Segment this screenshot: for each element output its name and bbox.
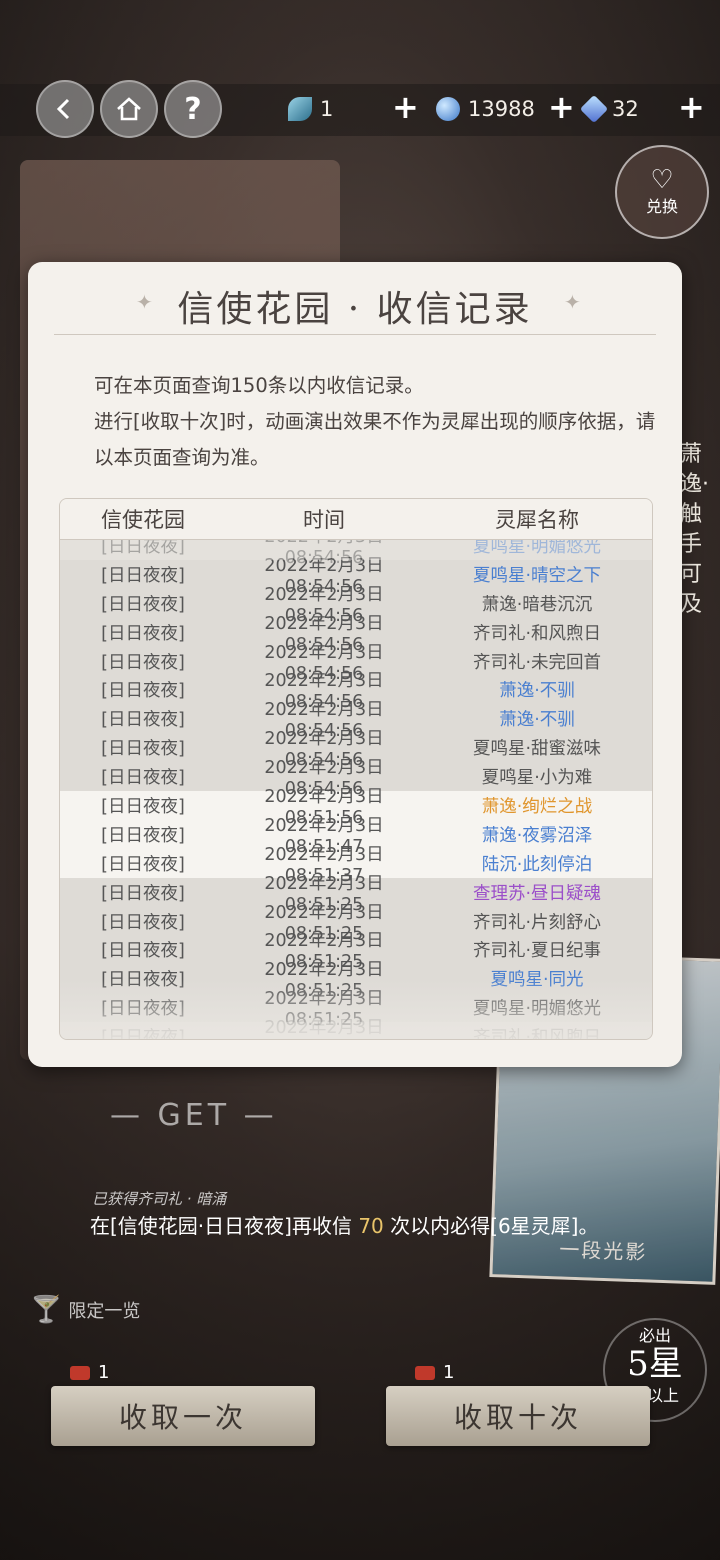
table-body: [日日夜夜]2022年2月3日 08:54:56夏鸣星·明媚悠光[日日夜夜]20… [60,527,652,1040]
header-time: 时间 [303,508,345,532]
ticket-icon [415,1365,435,1380]
row-card-name: 查理苏·昼日疑魂 [472,883,602,904]
row-card-name: 陆沉·此刻停泊 [481,854,593,875]
intro-line-2: 进行[收取十次]时，动画演出效果不作为灵犀出现的顺序依据，请以本页面查询为准。 [94,410,656,469]
pity-count: 70 [358,1214,384,1238]
row-garden: [日日夜夜] [101,623,185,644]
row-garden: [日日夜夜] [101,710,185,731]
draw-ten-button[interactable]: 收取十次 [386,1386,650,1446]
header-name: 灵犀名称 [495,508,579,532]
row-card-name: 齐司礼·夏日纪事 [472,941,602,962]
row-card-name: 夏鸣星·晴空之下 [472,565,602,586]
feather-resource: 1 [288,94,333,124]
row-garden: [日日夜夜] [101,796,185,817]
row-garden: [日日夜夜] [101,1028,185,1040]
sparkle-icon: ✦ [564,290,581,314]
ticket-icon [70,1365,90,1380]
crystal-resource: 13988 [436,94,535,124]
feather-count: 1 [320,97,334,121]
help-button[interactable]: ? [164,80,222,138]
row-garden: [日日夜夜] [101,912,185,933]
row-card-name: 齐司礼·和风煦日 [472,623,602,644]
row-garden: [日日夜夜] [101,652,185,673]
exchange-button[interactable]: ♡ 兑换 [615,145,709,239]
pity-suffix: 次以内必得[6星灵犀]。 [383,1214,599,1238]
crystal-count: 13988 [468,97,535,121]
row-card-name: 齐司礼·片刻舒心 [472,912,602,933]
pity-prefix: 在[信使花园·日日夜夜]再收信 [90,1214,359,1238]
side-caption: 萧逸·触手可及 [680,442,709,617]
table-header: 信使花园 时间 灵犀名称 [60,499,652,540]
row-card-name: 齐司礼·未完回首 [472,652,602,673]
add-feather-button[interactable]: + [392,88,419,126]
draw-once-label: 收取一次 [118,1401,247,1434]
gem-icon [579,94,609,124]
row-card-name: 夏鸣星·小为难 [481,768,593,789]
row-garden: [日日夜夜] [101,941,185,962]
row-time: 2022年2月3日 08:51:25 [264,1018,384,1039]
record-modal: ✦ 信使花园 · 收信记录 ✦ 可在本页面查询150条以内收信记录。 进行[收取… [28,262,682,1067]
ten-ticket-value: 1 [443,1362,455,1383]
top-bar: ? 1 + 13988 + 32 + [0,80,720,140]
limited-list-label: 限定一览 [68,1301,141,1322]
add-gem-button[interactable]: + [678,88,705,126]
gem-resource: 32 [579,94,639,124]
help-icon: ? [184,91,202,127]
gem-count: 32 [612,97,639,121]
row-garden: [日日夜夜] [101,681,185,702]
intro-text: 可在本页面查询150条以内收信记录。 进行[收取十次]时，动画演出效果不作为灵犀… [94,368,664,476]
ten-ticket-count: 1 [415,1362,454,1383]
add-crystal-button[interactable]: + [548,88,575,126]
intro-line-1: 可在本页面查询150条以内收信记录。 [94,374,424,397]
row-garden: [日日夜夜] [101,768,185,789]
row-card-name: 萧逸·夜雾沼泽 [481,825,593,846]
row-card-name: 夏鸣星·明媚悠光 [472,999,602,1020]
broken-heart-icon: ♡ [650,165,674,195]
row-card-name: 夏鸣星·同光 [490,970,584,991]
row-card-name: 夏鸣星·甜蜜滋味 [472,739,602,760]
home-button[interactable] [100,80,158,138]
home-icon [117,97,141,121]
row-garden: [日日夜夜] [101,565,185,586]
guarantee-top: 必出 [638,1326,671,1345]
draw-once-button[interactable]: 收取一次 [51,1386,315,1446]
pity-counter-text: 在[信使花园·日日夜夜]再收信 70 次以内必得[6星灵犀]。 [90,1210,598,1239]
row-garden: [日日夜夜] [101,854,185,875]
cocktail-glass-icon: 🍸 [30,1295,63,1325]
row-garden: [日日夜夜] [101,594,185,615]
single-ticket-count: 1 [70,1362,109,1383]
table-row: [日日夜夜] 2022年2月3日 08:51:25 齐司礼·和风煦日 [60,1018,652,1040]
modal-title: 信使花园 · 收信记录 [177,289,533,330]
exchange-label: 兑换 [645,197,678,216]
back-arrow-icon [56,98,70,120]
single-ticket-value: 1 [98,1362,110,1383]
title-divider [54,334,656,335]
get-label: — GET — [110,1098,278,1133]
crystal-icon [436,97,460,121]
row-garden: [日日夜夜] [101,739,185,760]
row-card-name: 齐司礼·和风煦日 [472,1028,602,1040]
draw-ten-label: 收取十次 [453,1401,582,1434]
row-garden: [日日夜夜] [101,825,185,846]
row-garden: [日日夜夜] [101,883,185,904]
guarantee-rarity: 5星 [627,1344,683,1384]
record-table[interactable]: [日日夜夜]2022年2月3日 08:54:56夏鸣星·明媚悠光[日日夜夜]20… [59,498,653,1040]
header-garden: 信使花园 [101,508,185,532]
row-card-name: 萧逸·绚烂之战 [481,796,593,817]
limited-list-button[interactable]: 🍸 限定一览 [30,1295,140,1325]
row-card-name: 萧逸·不驯 [499,681,575,702]
row-garden: [日日夜夜] [101,999,185,1020]
acquired-text: 已获得齐司礼 · 暗涌 [92,1190,227,1208]
row-garden: [日日夜夜] [101,970,185,991]
row-card-name: 萧逸·暗巷沉沉 [481,594,593,615]
feather-icon [288,97,312,121]
row-card-name: 萧逸·不驯 [499,710,575,731]
back-button[interactable] [36,80,94,138]
